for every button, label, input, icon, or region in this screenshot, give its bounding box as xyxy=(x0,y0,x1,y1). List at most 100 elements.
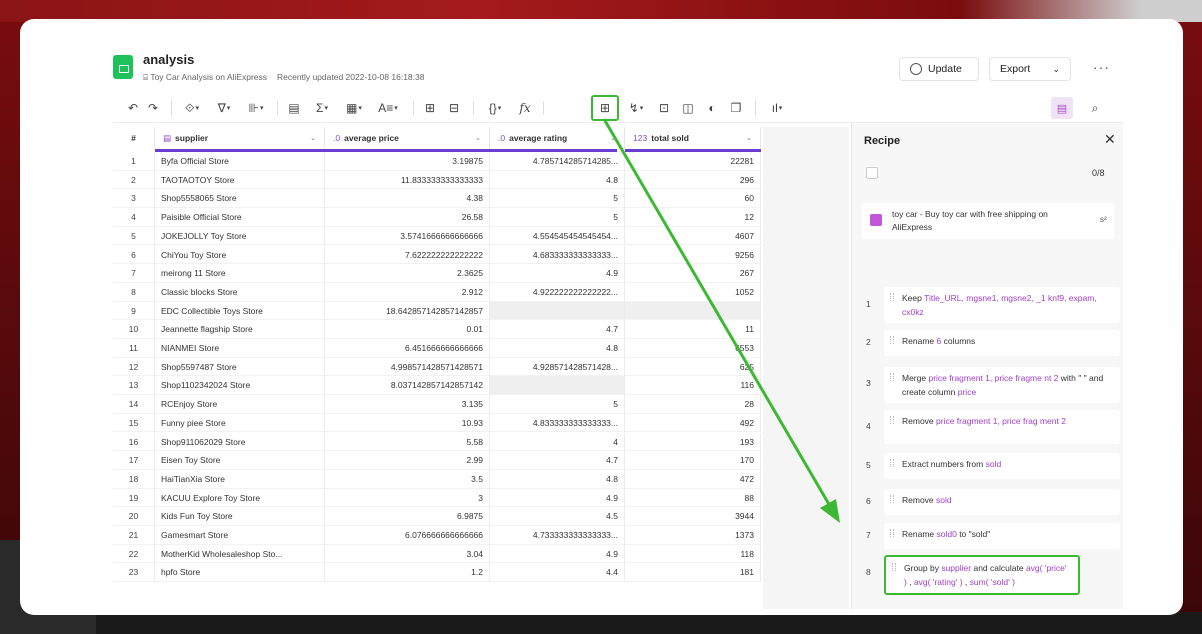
table-cell[interactable]: Jeannette flagship Store xyxy=(155,320,325,339)
table-cell[interactable]: TAOTAOTOY Store xyxy=(155,170,325,190)
recipe-step[interactable]: Extract numbers from sold xyxy=(884,453,1120,479)
table-cell[interactable]: 4607 xyxy=(625,226,761,246)
recipe-step[interactable]: Group by supplier and calculate avg( 'pr… xyxy=(884,555,1080,595)
drag-handle-icon[interactable] xyxy=(890,373,894,381)
column-split-icon[interactable]: ⊪ ▾ xyxy=(243,98,269,118)
table-cell[interactable]: 7.622222222222222 xyxy=(325,245,490,265)
sum-icon[interactable]: Σ ▾ xyxy=(309,98,335,118)
table-cell[interactable]: 4.785714285714285... xyxy=(490,152,625,171)
table-row[interactable]: 8 Classic blocks Store 2.912 4.922222222222… xyxy=(113,282,761,302)
drag-handle-icon[interactable] xyxy=(892,563,896,571)
table-cell[interactable]: 118 xyxy=(625,544,761,564)
table-row[interactable]: 7 meirong 11 Store 2.3625 4.9 267 xyxy=(113,264,761,283)
table-cell[interactable]: 28 xyxy=(625,395,761,414)
table-cell[interactable]: 4.7 xyxy=(490,451,625,470)
table-cell[interactable]: MotherKid Wholesaleshop Sto... xyxy=(155,544,325,564)
table-cell[interactable]: 6.076666666666666 xyxy=(325,526,490,545)
table-cell[interactable]: HaiTianXia Store xyxy=(155,469,325,489)
table-cell[interactable] xyxy=(490,376,625,396)
table-cell[interactable]: 6.9875 xyxy=(325,507,490,526)
table-cell[interactable]: 4.4 xyxy=(490,563,625,583)
recipe-step[interactable]: Rename 6 columns xyxy=(884,330,1120,356)
table-cell[interactable]: Paisible Official Store xyxy=(155,208,325,227)
table-cell[interactable]: 4.8 xyxy=(490,339,625,358)
table-cell[interactable]: Gamesmart Store xyxy=(155,526,325,545)
update-button[interactable]: Update xyxy=(899,57,979,81)
table-cell[interactable]: KACUU Explore Toy Store xyxy=(155,488,325,508)
table-cell[interactable]: 3 xyxy=(325,488,490,508)
source-settings-icon[interactable]: s² xyxy=(1100,215,1107,224)
table-cell[interactable]: 4.9 xyxy=(490,488,625,508)
table-row[interactable]: 9 EDC Collectible Toys Store 18.6428571428… xyxy=(113,301,761,321)
table-cell[interactable]: 11.833333333333333 xyxy=(325,170,490,190)
table-cell[interactable]: 5.58 xyxy=(325,432,490,452)
table-cell[interactable]: Shop5597487 Store xyxy=(155,357,325,377)
table-row[interactable]: 23 hpfo Store 1.2 4.4 181 xyxy=(113,563,761,583)
table-cell[interactable]: 9256 xyxy=(625,245,761,265)
table-row[interactable]: 16 Shop911062029 Store 5.58 4 193 xyxy=(113,432,761,452)
table-cell[interactable]: NIANMEI Store xyxy=(155,339,325,358)
table-cell[interactable]: 4.5 xyxy=(490,507,625,526)
table-cell[interactable]: ChiYou Toy Store xyxy=(155,245,325,265)
layout-icon[interactable]: ◫ xyxy=(679,98,697,118)
table-cell[interactable]: 88 xyxy=(625,488,761,508)
table-cell[interactable]: 2.3625 xyxy=(325,264,490,283)
table-cell[interactable]: 26.58 xyxy=(325,208,490,227)
table-cell[interactable]: 5 xyxy=(490,208,625,227)
table-cell[interactable]: 296 xyxy=(625,170,761,190)
table-cell[interactable]: 170 xyxy=(625,451,761,470)
drag-handle-icon[interactable] xyxy=(890,336,894,344)
drag-handle-icon[interactable] xyxy=(890,459,894,467)
table-cell[interactable]: Byfa Official Store xyxy=(155,152,325,171)
redo-icon[interactable]: ↷ xyxy=(145,98,161,118)
table-cell[interactable]: 0.01 xyxy=(325,320,490,339)
calendar-icon[interactable]: ▦ ▾ xyxy=(341,98,367,118)
table-cell[interactable]: 1.2 xyxy=(325,563,490,583)
table-cell[interactable]: 5 xyxy=(490,189,625,209)
filter-icon[interactable]: ∇ ▾ xyxy=(211,98,237,118)
table-cell[interactable] xyxy=(490,301,625,321)
table-cell[interactable]: 3.5741666666666666 xyxy=(325,226,490,246)
table-cell[interactable]: 5 xyxy=(490,395,625,414)
search-view-icon[interactable]: ⌕ xyxy=(1085,98,1105,118)
table-cell[interactable]: 18.642857142857142857 xyxy=(325,301,490,321)
chevron-down-icon[interactable]: ⌄ xyxy=(610,134,616,142)
undo-icon[interactable]: ↶ xyxy=(125,98,141,118)
chevron-down-icon[interactable]: ⌄ xyxy=(746,134,752,142)
table-cell[interactable]: Classic blocks Store xyxy=(155,282,325,302)
table-cell[interactable]: hpfo Store xyxy=(155,563,325,583)
column-header-supplier[interactable]: ▤ supplier ⌄ xyxy=(155,127,325,149)
table-cell[interactable]: 3.5 xyxy=(325,469,490,489)
table-row[interactable]: 4 Paisible Official Store 26.58 5 12 xyxy=(113,208,761,227)
column-header-average-rating[interactable]: .0 average rating ⌄ xyxy=(490,127,625,149)
table-row[interactable]: 10 Jeannette flagship Store 0.01 4.7 11 xyxy=(113,320,761,339)
join-icon[interactable]: ◐ xyxy=(703,98,721,118)
merge-grid-icon[interactable]: ⊞ xyxy=(421,98,439,118)
table-row[interactable]: 14 RCEnjoy Store 3.135 5 28 xyxy=(113,395,761,414)
table-row[interactable]: 15 Funny piee Store 10.93 4.833333333333333… xyxy=(113,413,761,433)
drag-handle-icon[interactable] xyxy=(890,529,894,537)
table-cell[interactable]: Shop5558065 Store xyxy=(155,189,325,209)
table-cell[interactable]: Kids Fun Toy Store xyxy=(155,507,325,526)
chart-icon[interactable]: ıl ▾ xyxy=(763,98,791,118)
table-icon[interactable]: ▤ xyxy=(285,98,303,118)
table-cell[interactable]: 11 xyxy=(625,320,761,339)
table-cell[interactable]: EDC Collectible Toys Store xyxy=(155,301,325,321)
recipe-step[interactable]: Remove sold xyxy=(884,489,1120,515)
table-cell[interactable]: 4.9 xyxy=(490,544,625,564)
table-cell[interactable]: 4.733333333333333... xyxy=(490,526,625,545)
table-cell[interactable] xyxy=(625,301,761,321)
table-cell[interactable]: 4.928571428571428... xyxy=(490,357,625,377)
table-cell[interactable]: Shop1102342024 Store xyxy=(155,376,325,396)
table-cell[interactable]: 193 xyxy=(625,432,761,452)
table-cell[interactable]: Eisen Toy Store xyxy=(155,451,325,470)
table-row[interactable]: 11 NIANMEI Store 6.451666666666666 4.8 6553 xyxy=(113,339,761,358)
more-menu-icon[interactable]: ··· xyxy=(1093,59,1110,75)
table-cell[interactable]: 4 xyxy=(490,432,625,452)
drag-handle-icon[interactable] xyxy=(890,495,894,503)
table-row[interactable]: 6 ChiYou Toy Store 7.622222222222222 4.6833… xyxy=(113,245,761,265)
drag-handle-icon[interactable] xyxy=(890,416,894,424)
table-row[interactable]: 19 KACUU Explore Toy Store 3 4.9 88 xyxy=(113,488,761,508)
table-row[interactable]: 21 Gamesmart Store 6.076666666666666 4.7333… xyxy=(113,526,761,545)
column-header-average-price[interactable]: .0 average price ⌄ xyxy=(325,127,490,149)
